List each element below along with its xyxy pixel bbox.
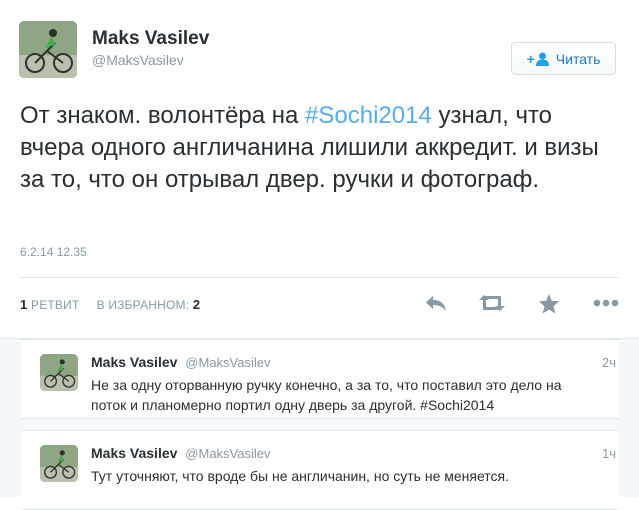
cyclist-photo bbox=[40, 354, 78, 391]
reply-item[interactable]: Maks Vasilev @MaksVasilev 2ч Не за одну … bbox=[21, 339, 619, 419]
tweet-text: От знаком. волонтёра на #Sochi2014 узнал… bbox=[20, 100, 620, 196]
star-icon[interactable] bbox=[535, 290, 563, 316]
avatar[interactable] bbox=[40, 445, 78, 482]
reply-author[interactable]: Maks Vasilev @MaksVasilev bbox=[91, 354, 271, 370]
follow-label: Читать bbox=[555, 50, 601, 67]
author-handle[interactable]: @MaksVasilev bbox=[92, 52, 184, 68]
add-user-icon: + bbox=[527, 51, 550, 67]
more-icon[interactable] bbox=[592, 290, 620, 316]
hashtag-link[interactable]: #Sochi2014 bbox=[305, 102, 432, 129]
avatar[interactable] bbox=[40, 354, 78, 391]
tweet-actions bbox=[0, 290, 639, 316]
tweet-text-before: От знаком. волонтёра на bbox=[20, 102, 306, 129]
retweet-icon[interactable] bbox=[478, 290, 506, 316]
reply-author-handle[interactable]: @MaksVasilev bbox=[185, 446, 270, 461]
reply-text: Тут уточняют, что вроде бы не англичанин… bbox=[91, 468, 510, 484]
cyclist-photo bbox=[19, 21, 77, 78]
reply-author-name[interactable]: Maks Vasilev bbox=[91, 445, 177, 461]
reply-item[interactable]: Maks Vasilev @MaksVasilev 1ч Тут уточняю… bbox=[21, 430, 619, 510]
reply-icon[interactable] bbox=[422, 290, 450, 316]
reply-time[interactable]: 1ч bbox=[602, 446, 616, 461]
reply-author-handle[interactable]: @MaksVasilev bbox=[185, 355, 270, 370]
reply-author-name[interactable]: Maks Vasilev bbox=[91, 354, 177, 370]
avatar[interactable] bbox=[19, 21, 77, 78]
tweet-card: Maks Vasilev @MaksVasilev + Читать От зн… bbox=[0, 0, 639, 337]
reply-author[interactable]: Maks Vasilev @MaksVasilev bbox=[91, 445, 271, 461]
divider bbox=[19, 277, 619, 278]
author-name[interactable]: Maks Vasilev bbox=[92, 28, 209, 50]
reply-time[interactable]: 2ч bbox=[602, 355, 616, 370]
reply-text: Не за одну оторванную ручку конечно, а з… bbox=[91, 377, 562, 413]
tweet-timestamp[interactable]: 6.2.14 12.35 bbox=[20, 245, 87, 259]
follow-button[interactable]: + Читать bbox=[511, 42, 616, 75]
cyclist-photo bbox=[40, 445, 78, 482]
replies-section: Maks Vasilev @MaksVasilev 2ч Не за одну … bbox=[0, 338, 639, 510]
